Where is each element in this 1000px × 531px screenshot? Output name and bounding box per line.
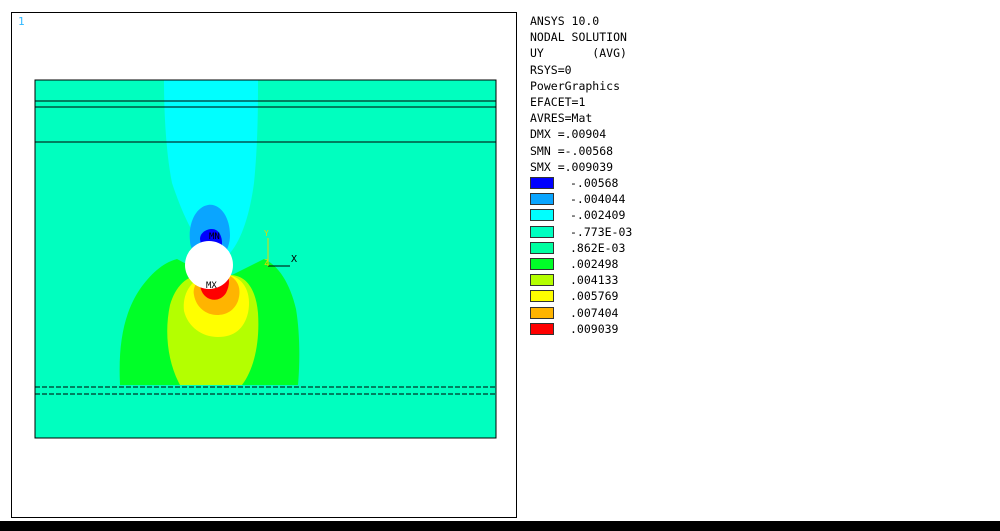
legend-header-line: DMX =.00904 [530,127,607,142]
legend-swatch [530,322,554,335]
legend-value: .009039 [570,321,619,336]
legend-value: -.00568 [570,176,619,191]
legend-header-line: NODAL SOLUTION [530,30,627,45]
legend-header: ANSYS 10.0 NODAL SOLUTION UY (AVG) RSYS=0 Po… [530,13,627,175]
legend-value: .005769 [570,289,619,304]
legend-contour-row: .004133 [530,272,627,288]
triad-y-label: Y [264,229,269,238]
legend-swatch [530,241,554,254]
legend-header-line: AVRES=Mat [530,111,593,126]
legend-value: -.773E-03 [570,224,633,239]
legend-contour-row: .002498 [530,256,627,272]
legend-panel: ANSYS 10.0 NODAL SOLUTION UY (AVG) RSYS=0 Po… [530,13,632,337]
legend-value: -.004044 [570,192,626,207]
legend-header-line: EFACET=1 [530,95,586,110]
legend-contour-row: -.002409 [530,207,627,223]
legend-contour-row: .862E-03 [530,240,627,256]
legend-contour-row: .007404 [530,305,627,321]
legend-value: .862E-03 [570,240,626,255]
legend-header-line: ANSYS 10.0 [530,14,600,28]
legend-value: .004133 [570,273,619,288]
graphics-viewport[interactable]: 1 MN MX X Y Z [11,12,517,518]
legend-contour-row: .005769 [530,288,627,304]
legend-contour-list: -.00568 -.004044 -.002409 -.773E-03.862E-03… [530,175,632,337]
legend-swatch [530,257,554,270]
mn-label: MN [209,232,220,242]
legend-contour-row: -.004044 [530,191,627,207]
legend-header-line: PowerGraphics [530,78,621,93]
legend-swatch [530,290,554,303]
legend-contour-row: -.773E-03 [530,224,632,240]
legend-swatch [530,209,554,222]
bottom-bar [0,521,1000,531]
legend-contour-row: .009039 [530,321,627,337]
legend-header-line: SMN =-.00568 [530,143,614,158]
legend-swatch [530,274,554,287]
legend-header-line: SMX =.009039 [530,159,614,174]
legend-value: .002498 [570,256,619,271]
mx-label: MX [206,281,217,291]
contour-plot: MN MX X Y Z [34,79,497,439]
legend-swatch [530,177,554,190]
legend-header-line: UY (AVG) [530,46,627,61]
legend-value: -.002409 [570,208,626,223]
legend-swatch [530,306,554,319]
legend-contour-row: -.00568 [530,175,627,191]
legend-value: .007404 [570,305,619,320]
legend-header-line: RSYS=0 [530,62,572,77]
legend-swatch [530,193,554,206]
triad-x-label: X [291,254,297,265]
legend-swatch [530,225,554,238]
triad-z-label: Z [264,258,269,267]
